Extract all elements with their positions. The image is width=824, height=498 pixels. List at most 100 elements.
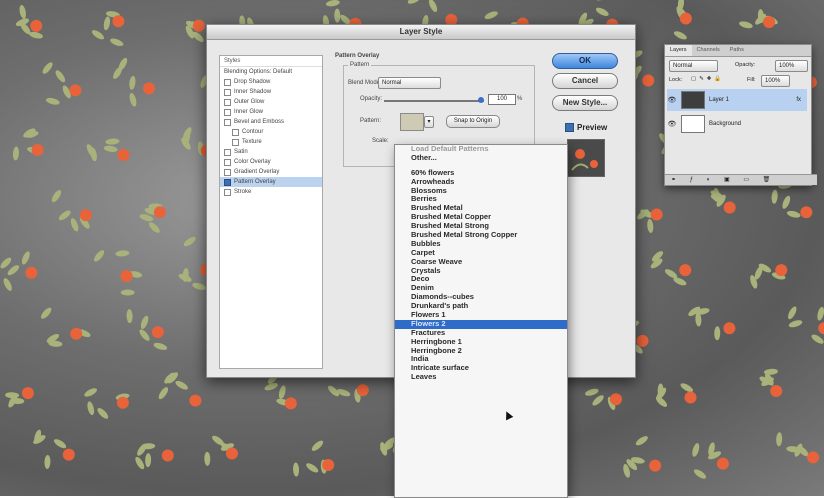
style-checkbox[interactable]	[224, 178, 231, 186]
style-item[interactable]: Drop Shadow	[220, 77, 322, 87]
style-checkbox[interactable]	[224, 188, 231, 196]
layer-opacity-value: 100%	[779, 63, 795, 69]
style-checkbox[interactable]	[224, 158, 231, 166]
opacity-slider[interactable]	[384, 100, 484, 102]
layer-row[interactable]: 👁 Layer 1 fx	[667, 89, 807, 111]
layer-name: Layer 1	[709, 97, 730, 103]
style-item-label: Blending Options: Default	[224, 69, 293, 75]
cancel-button[interactable]: Cancel	[552, 73, 618, 89]
style-item[interactable]: Satin	[220, 147, 322, 157]
flower-motif	[15, 4, 43, 39]
opacity-unit: %	[517, 96, 523, 102]
flower-motif	[710, 187, 736, 214]
style-item-label: Gradient Overlay	[234, 169, 280, 175]
style-checkbox[interactable]	[232, 128, 239, 136]
style-item-label: Pattern Overlay	[234, 179, 276, 185]
style-checkbox[interactable]	[224, 98, 231, 106]
new-style-button[interactable]: New Style...	[552, 95, 618, 111]
flower-motif	[135, 443, 174, 470]
style-item-label: Drop Shadow	[234, 79, 271, 85]
styles-list: Styles Blending Options: Default Drop Sha…	[219, 55, 323, 369]
flower-motif	[776, 432, 820, 464]
layers-footer-icons[interactable]: ⚭ ƒ ◐ ▣ ▭ 🗑	[665, 174, 817, 185]
style-item-label: Satin	[234, 149, 248, 155]
preview-checkbox[interactable]: Preview	[565, 123, 607, 132]
style-item[interactable]: Texture	[220, 137, 322, 147]
flower-motif	[623, 436, 662, 478]
layer-blend-mode-select[interactable]: Normal	[669, 60, 718, 72]
style-item[interactable]: Pattern Overlay	[220, 177, 322, 187]
dialog-title: Layer Style	[207, 25, 635, 40]
style-item[interactable]: Outer Glow	[220, 97, 322, 107]
flower-motif	[771, 182, 813, 219]
flower-motif	[94, 250, 143, 296]
pattern-picker-arrow[interactable]: ▾	[424, 116, 434, 128]
style-checkbox[interactable]	[232, 138, 239, 146]
style-item[interactable]: Inner Shadow	[220, 87, 322, 97]
blend-mode-value: Normal	[382, 80, 402, 86]
blend-mode-select[interactable]: Normal	[378, 77, 441, 89]
opacity-input[interactable]: 100	[488, 94, 516, 105]
style-item[interactable]: Gradient Overlay	[220, 167, 322, 177]
fill-label: Fill:	[747, 77, 756, 83]
style-item[interactable]: Bevel and Emboss	[220, 117, 322, 127]
style-preview-thumbnail	[567, 139, 605, 177]
lock-icons[interactable]: ▢✎✚🔒	[691, 76, 724, 82]
layer-name: Background	[709, 121, 742, 127]
section-title: Pattern Overlay	[335, 53, 380, 59]
pattern-swatch[interactable]	[400, 113, 424, 131]
group-title: Pattern	[348, 62, 372, 68]
eye-icon[interactable]: 👁	[667, 96, 677, 104]
style-item-label: Outer Glow	[234, 99, 265, 105]
style-item-label: Inner Shadow	[234, 89, 272, 95]
flower-motif	[51, 190, 92, 232]
blend-mode-label: Blend Mode:	[348, 80, 382, 86]
layers-panel-tab[interactable]: Layers	[665, 45, 692, 56]
flower-motif	[5, 387, 34, 408]
flower-motif	[673, 0, 692, 40]
style-item-label: Stroke	[234, 189, 252, 195]
flower-motif	[739, 9, 778, 29]
layer-effects-badge[interactable]: fx	[796, 97, 801, 103]
layers-panel-tab[interactable]: Paths	[725, 45, 749, 56]
layer-opacity-input[interactable]: 100%	[775, 60, 808, 72]
style-item[interactable]: Color Overlay	[220, 157, 322, 167]
eye-icon[interactable]: 👁	[667, 120, 677, 128]
pattern-menu-item[interactable]: Leaves	[395, 372, 567, 382]
layer-row[interactable]: 👁 Background	[667, 113, 807, 135]
style-item[interactable]: Contour	[220, 127, 322, 137]
flower-motif	[0, 251, 38, 291]
flower-motif	[788, 306, 824, 344]
flower-motif	[293, 440, 335, 477]
snap-to-origin-button[interactable]: Snap to Origin	[446, 115, 500, 128]
opacity-slider-knob[interactable]	[478, 97, 484, 103]
layer-thumbnail	[681, 91, 705, 109]
dropdown-menu-item[interactable]: Other...	[395, 153, 567, 163]
flower-motif	[86, 138, 130, 162]
flower-motif	[33, 429, 75, 469]
flower-motif	[688, 306, 736, 341]
flower-motif	[12, 128, 44, 161]
fill-input[interactable]: 100%	[761, 75, 790, 87]
style-item[interactable]: Inner Glow	[220, 107, 322, 117]
style-checkbox[interactable]	[224, 88, 231, 96]
flower-motif	[204, 435, 238, 466]
flower-motif	[84, 388, 130, 419]
layer-thumbnail	[681, 115, 705, 133]
style-checkbox[interactable]	[224, 108, 231, 116]
style-item[interactable]: Stroke	[220, 187, 322, 197]
styles-header[interactable]: Styles	[220, 56, 322, 67]
style-item[interactable]: Blending Options: Default	[220, 67, 322, 77]
fill-value: 100%	[765, 78, 781, 84]
layers-panel-tab[interactable]: Channels	[692, 45, 725, 56]
style-checkbox[interactable]	[224, 148, 231, 156]
ok-button[interactable]: OK	[552, 53, 618, 69]
flower-motif	[158, 372, 202, 407]
style-checkbox[interactable]	[224, 78, 231, 86]
flower-motif	[126, 309, 168, 350]
style-checkbox[interactable]	[224, 168, 231, 176]
layers-panel-tabs: Layers Channels Paths	[665, 45, 811, 57]
flower-motif	[759, 368, 783, 397]
style-checkbox[interactable]	[224, 118, 231, 126]
flower-motif	[655, 383, 697, 407]
